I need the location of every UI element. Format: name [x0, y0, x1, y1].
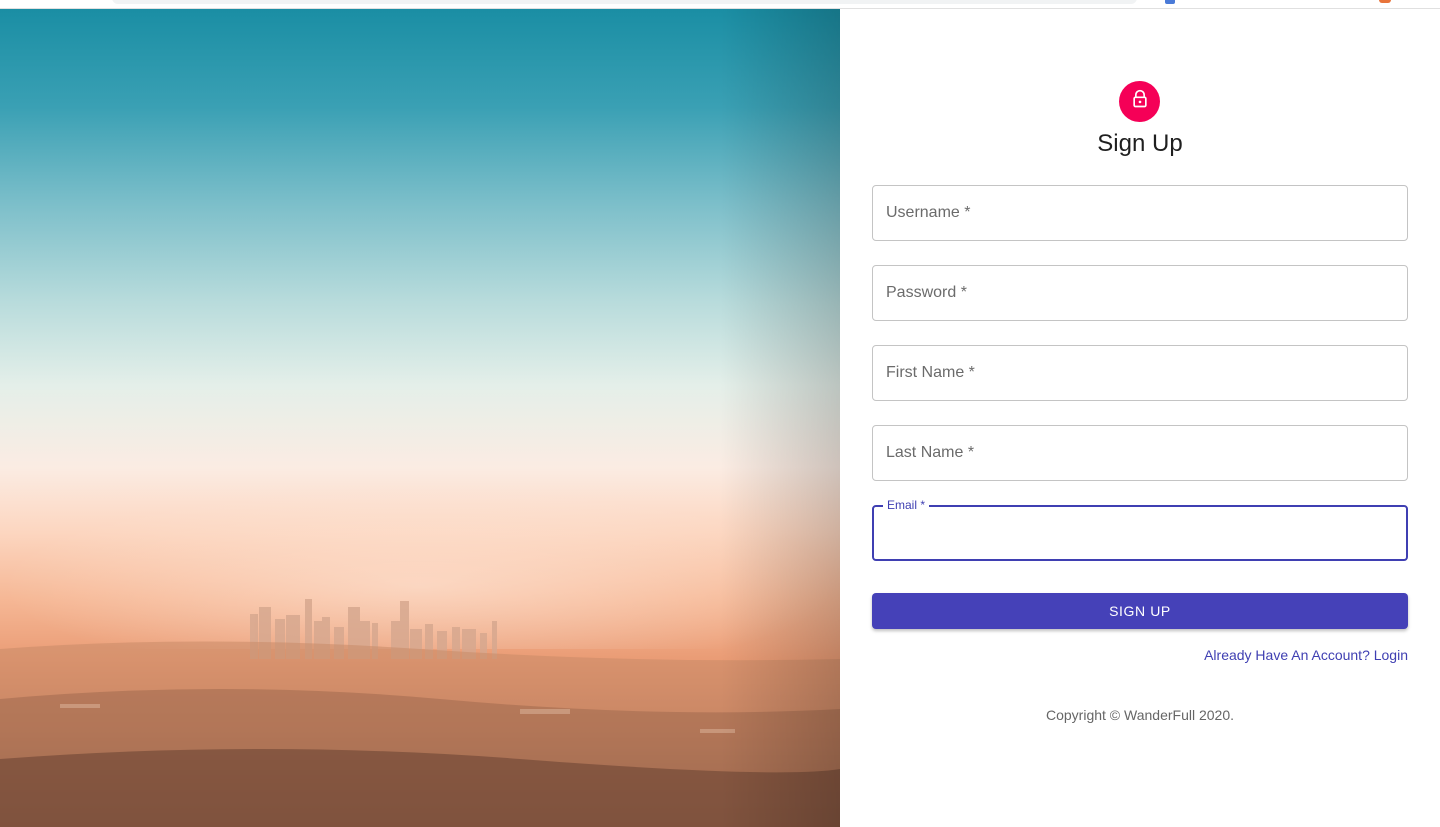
city-skyline: [0, 599, 840, 827]
login-link[interactable]: Already Have An Account? Login: [1204, 647, 1408, 663]
sign-up-button[interactable]: SIGN UP: [872, 593, 1408, 629]
last-name-input[interactable]: [887, 426, 1393, 480]
browser-toolbar-edge: [0, 0, 1440, 9]
lock-icon: [1130, 89, 1150, 114]
first-name-input[interactable]: [887, 346, 1393, 400]
signup-form: Sign Up Username * Password * First Name…: [840, 9, 1440, 827]
extension-icon[interactable]: [1165, 0, 1175, 4]
first-name-field[interactable]: First Name *: [872, 345, 1408, 401]
password-field[interactable]: Password *: [872, 265, 1408, 321]
copyright-text: Copyright © WanderFull 2020.: [1046, 707, 1234, 723]
address-bar[interactable]: [112, 0, 1137, 4]
profile-icon[interactable]: [1379, 0, 1391, 3]
last-name-field[interactable]: Last Name *: [872, 425, 1408, 481]
password-input[interactable]: [887, 266, 1393, 320]
email-field[interactable]: Email *: [872, 498, 1408, 561]
hero-shadow: [720, 9, 840, 827]
hero-image: [0, 9, 840, 827]
username-input[interactable]: [887, 186, 1393, 240]
username-field[interactable]: Username *: [872, 185, 1408, 241]
page-title: Sign Up: [1097, 130, 1183, 157]
lock-avatar: [1119, 81, 1160, 122]
email-input[interactable]: [888, 507, 1392, 559]
